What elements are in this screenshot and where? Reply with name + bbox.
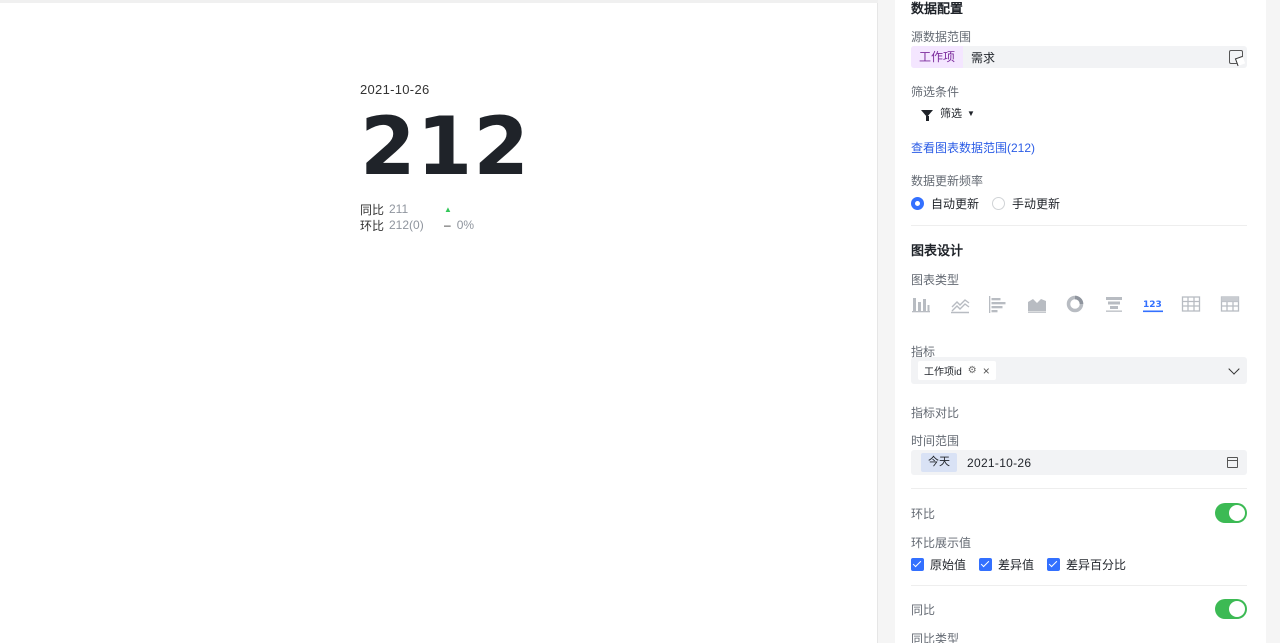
trend-flat-icon: – [444, 218, 451, 232]
close-icon[interactable]: × [983, 364, 990, 378]
checkbox-raw-label: 原始值 [930, 558, 967, 572]
time-range-label: 时间范围 [911, 434, 960, 448]
section-divider [911, 488, 1247, 489]
calendar-icon[interactable] [1227, 457, 1238, 468]
metric-value: 212 [360, 100, 530, 193]
chart-preview-canvas: 2021-10-26 212 同比 211 ▲ 环比 212(0) – 0% [0, 0, 878, 643]
chevron-down-icon[interactable] [1228, 363, 1240, 375]
config-panel: 数据配置 源数据范围 工作项 需求 筛选条件 筛选 ▼ 查看图表数据范围(212… [895, 0, 1266, 643]
chart-design-title: 图表设计 [911, 243, 964, 258]
today-tag[interactable]: 今天 [921, 453, 957, 472]
metric-date: 2021-10-26 [360, 82, 430, 97]
time-range-value: 2021-10-26 [967, 455, 1032, 470]
mom-percent: 0% [456, 218, 475, 232]
scrollbar-track[interactable] [1266, 0, 1280, 643]
chart-type-label: 图表类型 [911, 273, 960, 287]
line-chart-icon[interactable] [950, 294, 970, 314]
checkbox-diff-value[interactable]: 差异值 [979, 556, 1034, 573]
source-type-tag: 工作项 [911, 46, 964, 68]
svg-text:123: 123 [1143, 300, 1162, 310]
checkbox-checked-icon [911, 558, 924, 571]
chart-type-selector: 123 [911, 294, 1258, 314]
metric-selector[interactable]: 工作项id ⚙ × [911, 357, 1247, 384]
mom-label: 环比 [360, 218, 385, 233]
gear-icon[interactable]: ⚙ [968, 365, 977, 376]
filter-icon [921, 109, 933, 121]
radio-manual-update[interactable]: 手动更新 [992, 195, 1060, 212]
metric-compare-label: 指标对比 [911, 406, 960, 420]
checkbox-raw-value[interactable]: 原始值 [911, 556, 966, 573]
view-data-range-link[interactable]: 查看图表数据范围(212) [911, 139, 1035, 156]
mom-display-label: 环比展示值 [911, 536, 972, 550]
radio-unchecked-icon [992, 197, 1006, 210]
checkbox-percent-label: 差异百分比 [1066, 558, 1127, 572]
caret-down-icon: ▼ [967, 108, 975, 118]
trend-up-icon: ▲ [444, 204, 452, 214]
horizontal-bar-icon[interactable] [988, 294, 1008, 314]
radio-manual-label: 手动更新 [1012, 197, 1061, 211]
donut-chart-icon[interactable] [1065, 294, 1085, 314]
metric-chip-label: 工作项id [924, 367, 962, 378]
mom-toggle-row: 环比 [911, 503, 1247, 523]
yoy-row: 同比 211 ▲ [360, 201, 530, 217]
table-icon[interactable] [1181, 294, 1201, 314]
mom-toggle-label: 环比 [911, 506, 936, 521]
filter-button-label: 筛选 [940, 108, 962, 120]
mom-value: 212(0) [389, 218, 424, 232]
number-card: 2021-10-26 212 同比 211 ▲ 环比 212(0) – 0% [360, 82, 530, 233]
yoy-toggle-row: 同比 [911, 599, 1247, 619]
radio-auto-label: 自动更新 [931, 197, 980, 211]
time-range-picker[interactable]: 今天 2021-10-26 [911, 450, 1247, 475]
metric-chip: 工作项id ⚙ × [918, 361, 996, 380]
source-range-label: 源数据范围 [911, 30, 972, 44]
mom-display-options: 原始值 差异值 差异百分比 [911, 556, 1139, 573]
filter-label: 筛选条件 [911, 85, 960, 99]
checkbox-diff-percent[interactable]: 差异百分比 [1047, 556, 1126, 573]
pivot-table-icon[interactable] [1220, 294, 1240, 314]
source-value: 需求 [971, 50, 996, 65]
filter-button[interactable]: 筛选 ▼ [921, 105, 975, 121]
checkbox-checked-icon [1047, 558, 1061, 571]
bar-chart-icon[interactable] [911, 294, 931, 314]
preview-top-border [0, 0, 878, 3]
checkbox-checked-icon [979, 558, 993, 571]
source-range-selector[interactable]: 工作项 需求 [911, 46, 1247, 68]
yoy-toggle-label: 同比 [911, 602, 936, 617]
radio-auto-update[interactable]: 自动更新 [911, 195, 979, 212]
checkbox-diff-label: 差异值 [998, 558, 1035, 572]
funnel-chart-icon[interactable] [1104, 294, 1124, 314]
mom-toggle-switch[interactable] [1215, 503, 1247, 523]
radio-checked-icon [911, 197, 924, 210]
select-cursor-icon[interactable] [1229, 50, 1243, 64]
yoy-label: 同比 [360, 202, 385, 217]
yoy-toggle-switch[interactable] [1215, 599, 1247, 619]
section-divider [911, 225, 1247, 226]
yoy-type-label: 同比类型 [911, 632, 960, 643]
comparison-block: 同比 211 ▲ 环比 212(0) – 0% [360, 201, 530, 233]
mom-row: 环比 212(0) – 0% [360, 217, 530, 233]
number-card-icon[interactable]: 123 [1142, 294, 1163, 314]
section-divider [911, 585, 1247, 586]
area-chart-icon[interactable] [1027, 294, 1047, 314]
yoy-value: 211 [389, 202, 409, 216]
data-config-title: 数据配置 [911, 1, 964, 16]
update-frequency-label: 数据更新频率 [911, 174, 984, 188]
update-frequency-radio-group: 自动更新 手动更新 [911, 195, 1073, 212]
